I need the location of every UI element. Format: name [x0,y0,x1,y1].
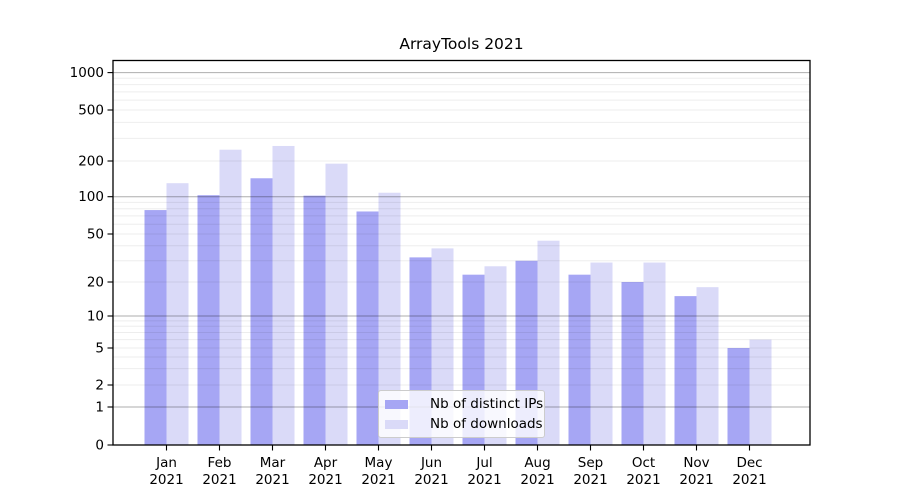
bar-distinct-ips [198,195,220,445]
y-tick-label: 0 [95,438,104,454]
y-tick-label: 5 [95,341,104,357]
legend-label-downloads: Nb of downloads [430,416,543,432]
bar-distinct-ips [728,348,750,445]
figure: ArrayTools 2021 01251020501002005001000J… [0,0,900,500]
x-tick-label: Mar2021 [255,455,289,488]
x-tick-label: Dec2021 [732,455,766,488]
bar-distinct-ips [251,178,273,445]
x-tick-label: Jan2021 [149,455,183,488]
bar-distinct-ips [569,275,591,445]
bar-distinct-ips [675,296,697,445]
bar-downloads [697,287,719,445]
bar-downloads [220,150,242,445]
y-tick-label: 50 [87,227,104,243]
bar-downloads [644,263,666,445]
legend-swatch-downloads [385,420,408,429]
chart-legend: Nb of distinct IPs Nb of downloads [378,390,545,438]
x-tick-label: Apr2021 [308,455,342,488]
bar-distinct-ips [357,211,379,445]
y-tick-label: 1000 [70,65,104,81]
legend-item-distinct-ips: Nb of distinct IPs [385,396,544,412]
bar-downloads [273,146,295,445]
x-tick-label: Oct2021 [626,455,660,488]
bar-downloads [326,164,348,445]
x-tick-label: Jun2021 [414,455,448,488]
legend-item-downloads: Nb of downloads [385,416,544,432]
x-tick-label: May2021 [361,455,395,488]
y-tick-label: 500 [78,103,104,119]
bar-downloads [750,340,772,445]
y-tick-label: 100 [78,189,104,205]
y-tick-label: 2 [95,378,104,394]
y-tick-label: 20 [87,275,104,291]
legend-swatch-distinct-ips [385,400,408,409]
legend-label-distinct-ips: Nb of distinct IPs [430,396,543,412]
x-tick-label: Jul2021 [467,455,501,488]
bar-downloads [591,263,613,445]
bar-distinct-ips [304,196,326,445]
x-tick-label: Nov2021 [679,455,713,488]
x-tick-label: Aug2021 [520,455,554,488]
y-tick-label: 200 [78,154,104,170]
y-tick-label: 1 [95,400,104,416]
bar-distinct-ips [622,282,644,445]
y-tick-label: 10 [87,309,104,325]
x-tick-label: Feb2021 [202,455,236,488]
bar-downloads [167,183,189,445]
x-tick-label: Sep2021 [573,455,607,488]
